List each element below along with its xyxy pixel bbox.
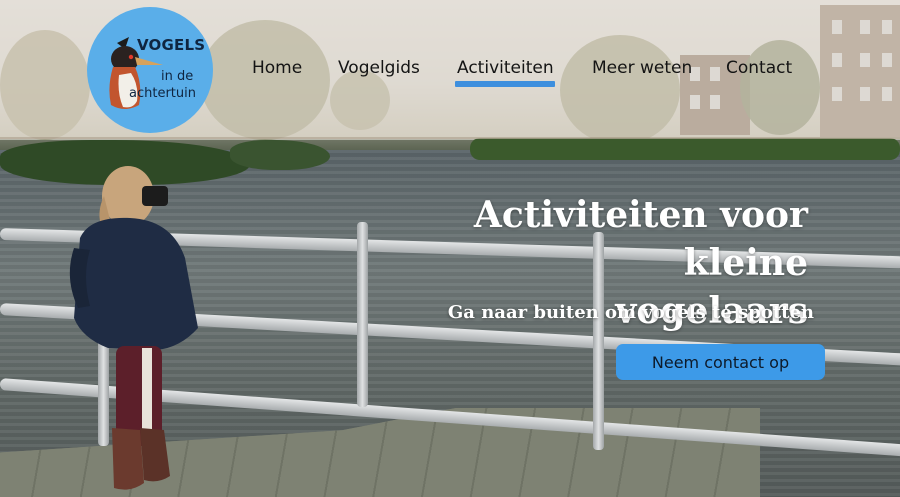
logo-text-achtertuin: achtertuin <box>129 86 196 101</box>
nav-link-home[interactable]: Home <box>252 58 302 78</box>
shrub-right-bank <box>470 138 900 160</box>
hero-title-line-1: Activiteiten voor kleine <box>473 194 808 284</box>
nav-link-vogelgids[interactable]: Vogelgids <box>338 58 420 78</box>
site-header: VOGELS in de achtertuin Home Vogelgids A… <box>0 0 900 139</box>
child-photographer <box>69 166 198 490</box>
site-logo[interactable]: VOGELS in de achtertuin <box>87 7 213 133</box>
nav-link-meer-weten[interactable]: Meer weten <box>592 58 692 78</box>
hero-subtitle: Ga naar buiten om vogels te spotten <box>447 302 814 323</box>
logo-text-vogels: VOGELS <box>137 36 206 54</box>
nav-link-contact[interactable]: Contact <box>726 58 792 78</box>
contact-cta-button[interactable]: Neem contact op <box>616 344 825 380</box>
shrub <box>230 140 330 170</box>
logo-text-in-de: in de <box>161 69 194 84</box>
active-nav-indicator <box>455 81 555 87</box>
nav-link-activiteiten[interactable]: Activiteiten <box>457 58 554 78</box>
